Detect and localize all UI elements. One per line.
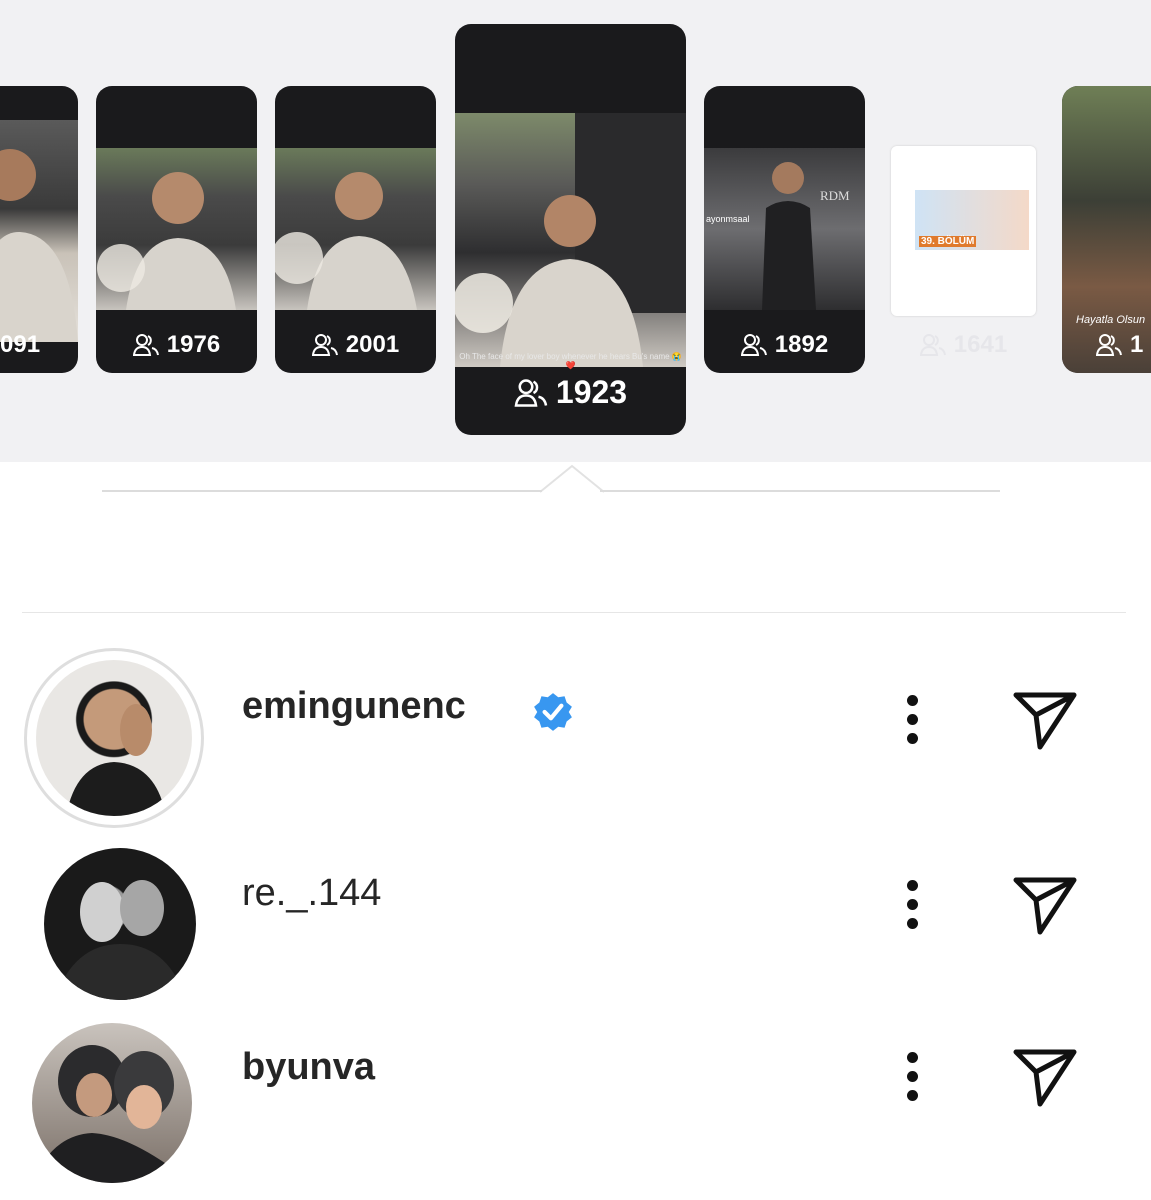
story-viewer-count: 1923 <box>455 374 686 411</box>
story-card-active[interactable]: Oh The face of my lover boy whenever he … <box>455 24 686 435</box>
person-silhouette-icon <box>0 149 78 342</box>
more-vertical-icon[interactable] <box>905 695 919 755</box>
person-silhouette-icon <box>97 172 236 310</box>
story-thumbnail: 39. BÖLÜM <box>891 146 1036 316</box>
people-icon <box>919 334 946 356</box>
story-viewer-count: 091 <box>0 331 78 359</box>
story-card[interactable]: 2001 <box>275 86 436 373</box>
story-thumbnail <box>275 148 436 310</box>
story-card[interactable]: 1976 <box>96 86 257 373</box>
avatar[interactable] <box>44 848 196 1000</box>
story-caption: Oh The face of my lover boy whenever he … <box>459 352 682 370</box>
story-viewer-count: 1641 <box>883 331 1044 359</box>
viewers-count-text: 1923 <box>555 374 628 410</box>
more-vertical-icon[interactable] <box>905 880 919 940</box>
viewers-count-text: 091 <box>0 331 41 358</box>
paper-plane-icon[interactable] <box>1010 1042 1080 1112</box>
story-thumbnail: Hayatla Olsun <box>1062 86 1151 373</box>
person-silhouette-icon <box>66 704 166 816</box>
people-icon <box>132 334 159 356</box>
story-viewer-count: 1976 <box>96 331 257 359</box>
story-overlay-text: Hayatla Olsun <box>1076 314 1146 326</box>
viewers-count-text: 1 <box>1130 331 1144 358</box>
more-vertical-icon[interactable] <box>905 1052 919 1112</box>
person-silhouette-icon <box>275 172 417 310</box>
people-icon <box>1096 334 1122 356</box>
story-card[interactable]: 091 <box>0 86 78 373</box>
viewer-row[interactable]: byunva <box>0 1020 1151 1190</box>
person-silhouette-icon <box>32 1045 192 1183</box>
story-card[interactable]: ayonmsaal RDM 1892 <box>704 86 865 373</box>
story-thumbnail <box>96 148 257 310</box>
viewer-row[interactable]: re._.144 <box>0 848 1151 1008</box>
people-icon <box>740 334 767 356</box>
viewers-count-text: 1641 <box>953 331 1008 358</box>
story-overlay-text: ayonmsaal <box>706 214 750 224</box>
person-silhouette-icon <box>54 880 186 1000</box>
paper-plane-icon[interactable] <box>1010 685 1080 755</box>
story-viewer-count: 1 <box>1062 331 1151 359</box>
story-viewer-count: 1892 <box>704 331 865 359</box>
story-overlay-text: 39. BÖLÜM <box>919 236 977 247</box>
story-viewer-count: 2001 <box>275 331 436 359</box>
story-card[interactable]: Hayatla Olsun 1 <box>1062 86 1151 373</box>
username[interactable]: re._.144 <box>242 872 381 915</box>
viewers-count-text: 2001 <box>345 331 400 358</box>
people-icon <box>514 378 548 407</box>
divider <box>102 490 542 492</box>
divider <box>600 490 1000 492</box>
story-viewer-strip: 091 1976 2001 Oh The face of my lover bo… <box>0 0 1151 462</box>
story-overlay-text: RDM <box>820 188 850 203</box>
username[interactable]: byunva <box>242 1046 375 1089</box>
verified-badge-icon <box>534 693 572 731</box>
viewer-row[interactable]: emingunenc <box>0 645 1151 828</box>
avatar[interactable] <box>32 1023 192 1183</box>
person-silhouette-icon <box>762 162 816 310</box>
story-card[interactable]: 39. BÖLÜM 1641 <box>883 86 1044 373</box>
story-thumbnail <box>0 120 78 342</box>
people-icon <box>311 334 338 356</box>
viewers-count-text: 1892 <box>774 331 829 358</box>
active-story-pointer <box>540 464 604 493</box>
person-silhouette-icon <box>455 113 686 367</box>
divider <box>22 612 1126 613</box>
paper-plane-icon[interactable] <box>1010 870 1080 940</box>
avatar[interactable] <box>36 660 192 816</box>
story-thumbnail <box>455 113 686 367</box>
viewers-count-text: 1976 <box>166 331 221 358</box>
story-thumbnail: ayonmsaal RDM <box>704 148 865 310</box>
username[interactable]: emingunenc <box>242 685 466 728</box>
